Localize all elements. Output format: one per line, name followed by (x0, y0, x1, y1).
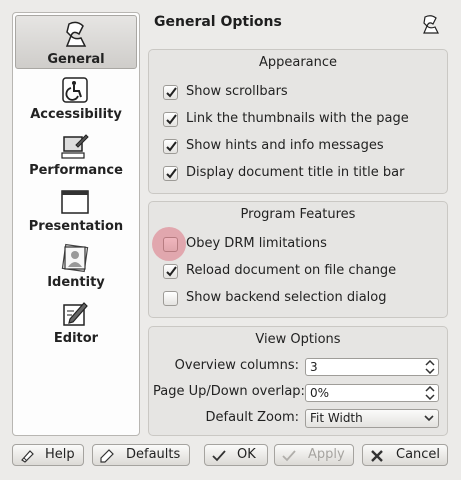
sidebar-item-label: Accessibility (30, 107, 122, 122)
default-zoom-select[interactable]: Fit Width (305, 409, 439, 428)
presentation-icon (60, 187, 90, 217)
help-button[interactable]: Help (12, 444, 84, 466)
apply-button[interactable]: Apply (274, 444, 354, 466)
checkbox[interactable] (163, 166, 178, 181)
spin-arrows-icon[interactable] (425, 360, 435, 374)
defaults-icon (100, 449, 114, 463)
identity-icon (60, 243, 90, 273)
button-label: Apply (308, 447, 345, 462)
checkbox[interactable] (163, 85, 178, 100)
page-overlap-spinbox[interactable]: 0% (305, 384, 439, 402)
checkbox-label: Show hints and info messages (186, 138, 384, 153)
sidebar-item-label: Presentation (28, 219, 124, 234)
sidebar-item-presentation[interactable]: Presentation (15, 183, 137, 237)
help-icon (21, 450, 34, 463)
button-label: Defaults (126, 447, 181, 462)
overview-columns-spinbox[interactable]: 3 (305, 358, 439, 376)
general-icon (61, 20, 91, 50)
sidebar: General Accessibility Performance Presen… (12, 12, 140, 436)
appearance-group: Appearance Show scrollbars Link the thum… (148, 49, 448, 194)
spinbox-value: 0% (310, 386, 330, 400)
check-icon (166, 87, 177, 98)
button-label: Help (45, 447, 75, 462)
checkbox[interactable] (163, 264, 178, 279)
sidebar-item-label: Identity (47, 275, 105, 290)
check-icon (166, 114, 177, 125)
checkbox-label: Show backend selection dialog (186, 290, 387, 305)
sidebar-item-editor[interactable]: Editor (15, 295, 137, 349)
sidebar-item-accessibility[interactable]: Accessibility (15, 71, 137, 125)
general-icon (420, 14, 442, 36)
defaults-button[interactable]: Defaults (92, 444, 190, 466)
group-title: Appearance (258, 55, 338, 70)
button-label: Cancel (396, 447, 441, 462)
cancel-button[interactable]: Cancel (362, 444, 448, 466)
sidebar-item-identity[interactable]: Identity (15, 239, 137, 293)
group-title: View Options (255, 332, 341, 347)
ok-button[interactable]: OK (204, 444, 268, 466)
sidebar-item-label: Editor (53, 331, 99, 346)
default-zoom-label: Default Zoom: (205, 410, 300, 425)
checkbox[interactable] (163, 139, 178, 154)
checkbox-label: Obey DRM limitations (186, 236, 327, 251)
button-label: OK (237, 447, 256, 462)
page-overlap-label: Page Up/Down overlap: (153, 384, 305, 399)
checkbox[interactable] (163, 112, 178, 127)
checkbox-label: Show scrollbars (186, 84, 288, 99)
check-icon (166, 141, 177, 152)
checkbox-label: Reload document on file change (186, 263, 397, 278)
chevron-down-icon (424, 415, 434, 422)
select-value: Fit Width (310, 411, 363, 425)
check-icon (166, 168, 177, 179)
page-title: General Options (154, 14, 282, 30)
checkbox-label: Link the thumbnails with the page (186, 111, 409, 126)
editor-icon (60, 299, 90, 329)
sidebar-item-general[interactable]: General (15, 15, 137, 69)
view-options-group: View Options Overview columns: 3 Page Up… (148, 326, 448, 436)
check-icon (166, 266, 177, 277)
accessibility-icon (60, 75, 90, 105)
spinbox-value: 3 (310, 360, 318, 374)
checkbox-label: Display document title in title bar (186, 165, 405, 180)
check-icon (282, 450, 296, 462)
performance-icon (60, 131, 90, 161)
focus-highlight (152, 227, 186, 261)
overview-columns-label: Overview columns: (174, 358, 299, 373)
group-title: Program Features (240, 207, 356, 222)
program-features-group: Program Features Obey DRM limitations Re… (148, 201, 448, 318)
close-icon (371, 450, 383, 462)
check-icon (212, 450, 226, 462)
sidebar-item-label: General (47, 52, 105, 67)
sidebar-item-label: Performance (29, 163, 123, 178)
sidebar-item-performance[interactable]: Performance (15, 127, 137, 181)
checkbox[interactable] (163, 291, 178, 306)
spin-arrows-icon[interactable] (425, 386, 435, 400)
